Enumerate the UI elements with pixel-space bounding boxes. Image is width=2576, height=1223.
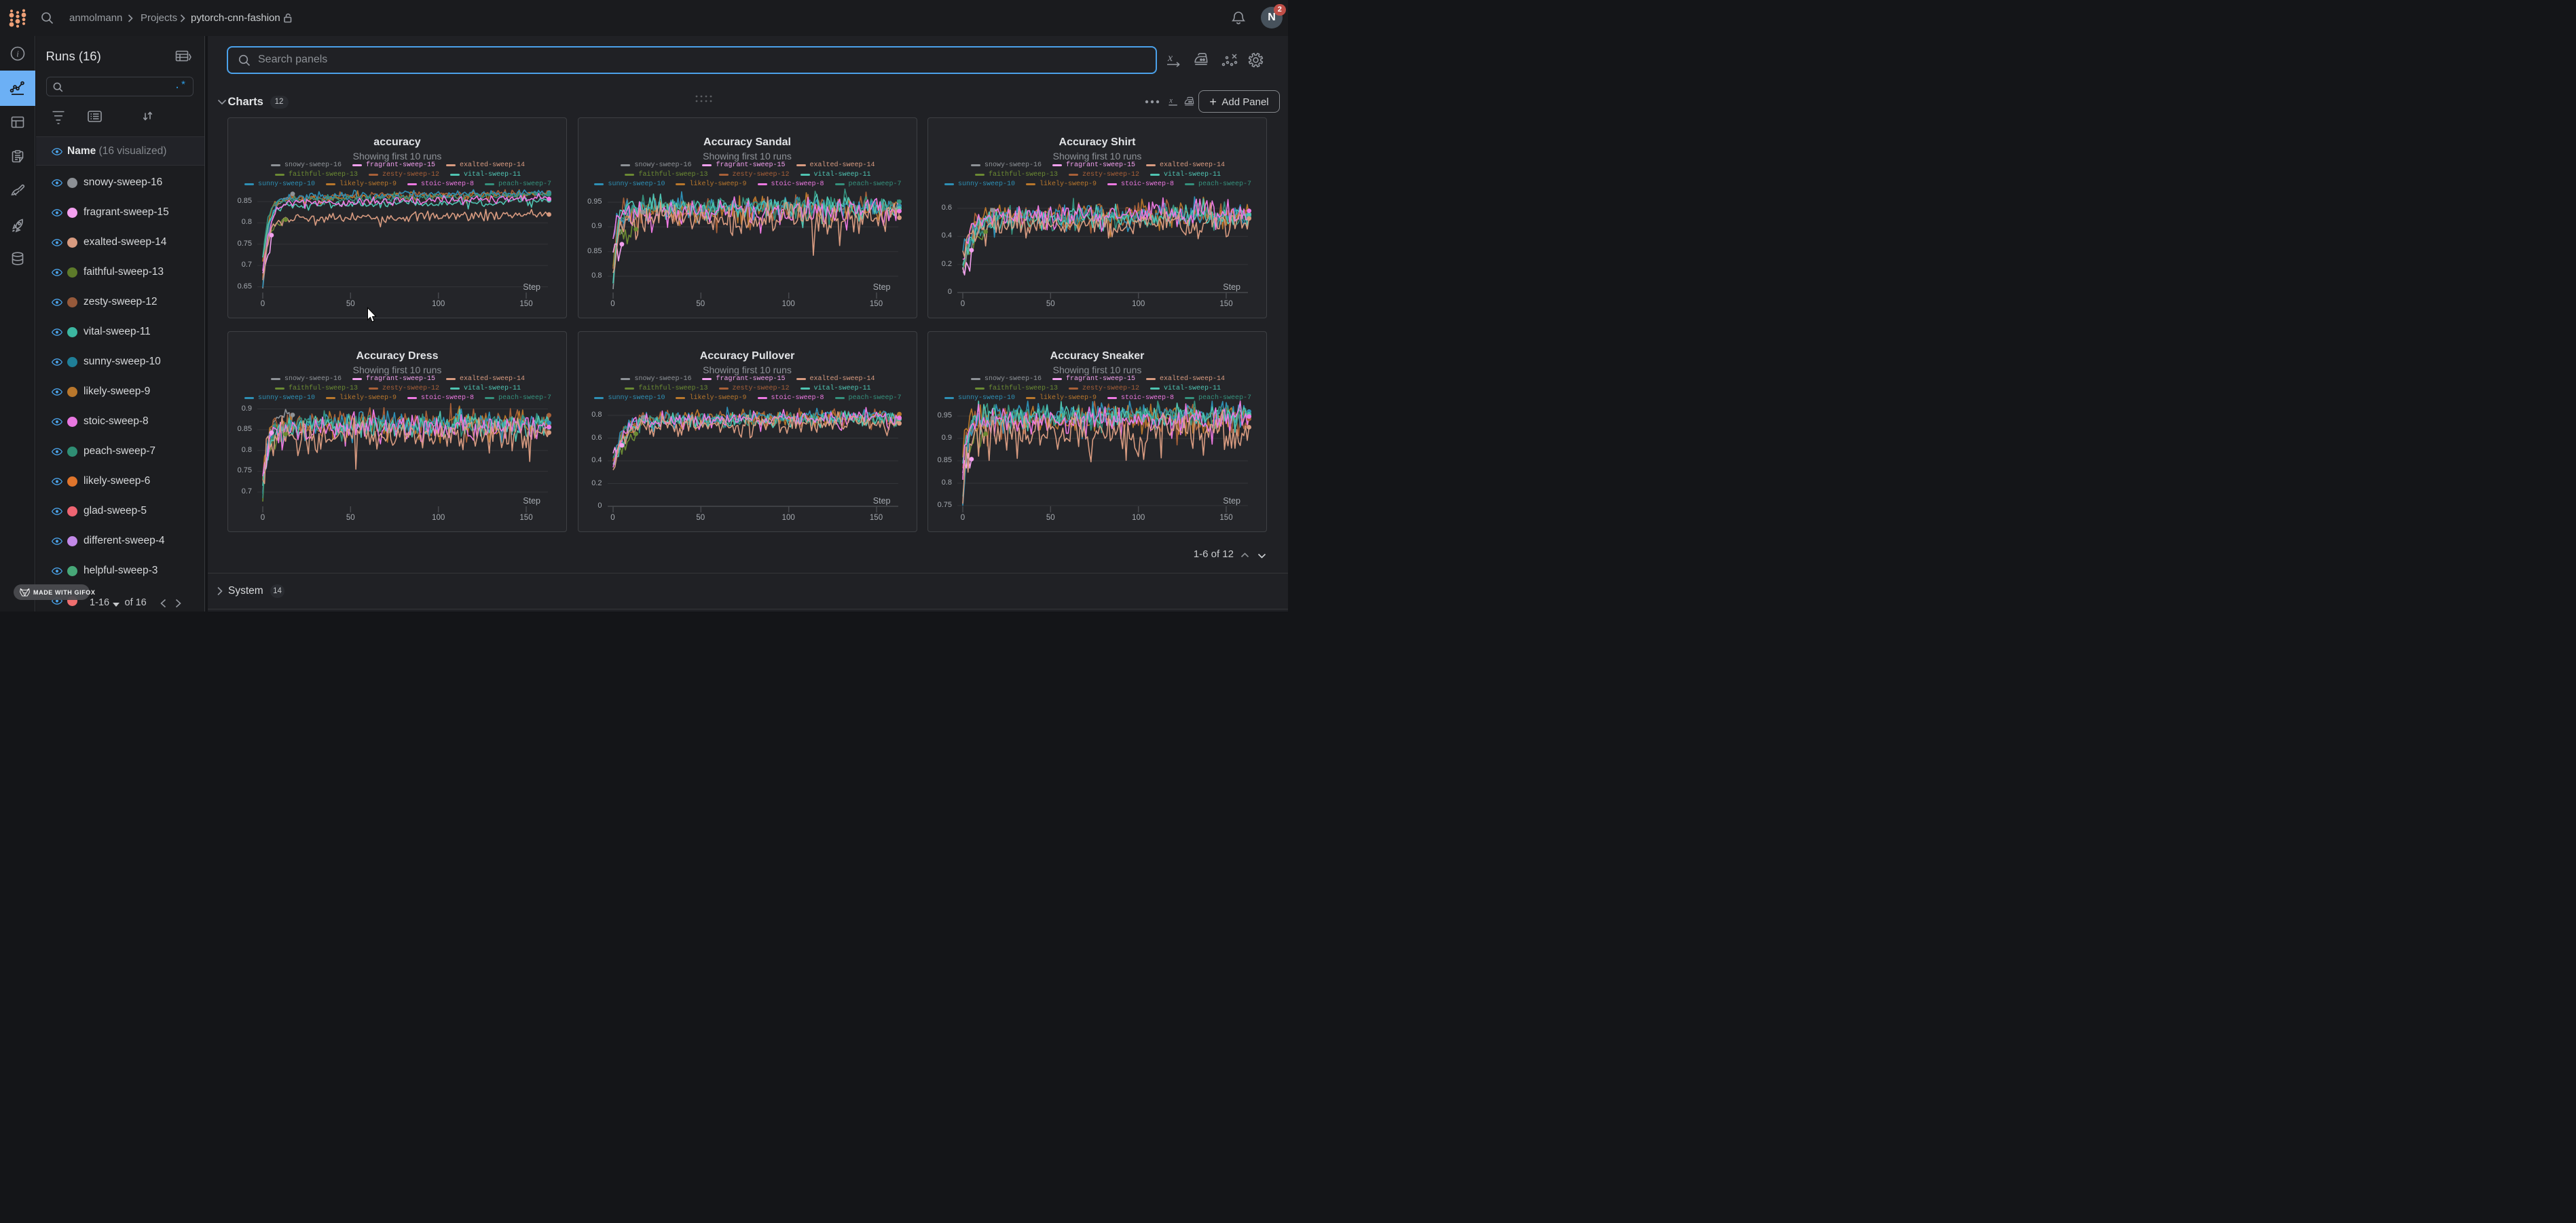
svg-text:x: x [1169,96,1173,105]
svg-text:x: x [1167,52,1173,64]
svg-text:i: i [16,49,19,59]
